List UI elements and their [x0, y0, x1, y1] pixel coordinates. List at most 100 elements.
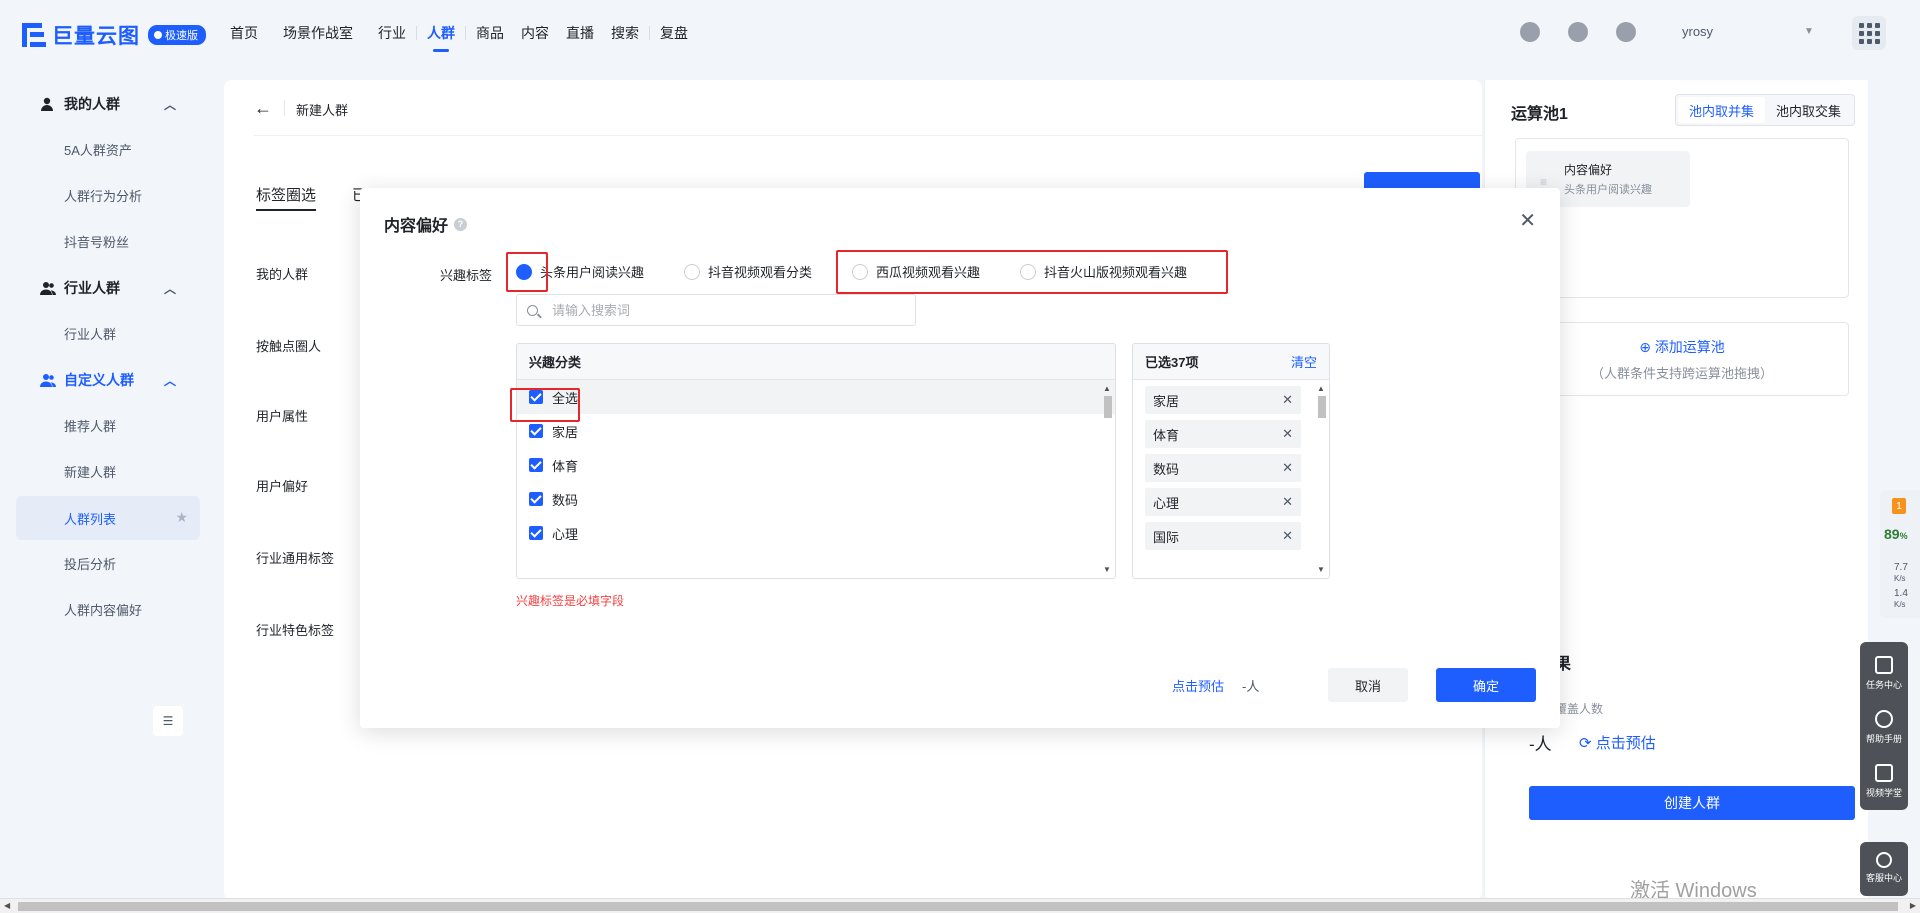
network-monitor-widget[interactable]: 1 89% 7.7 K/s 1.4 K/s	[1880, 490, 1920, 618]
message-icon[interactable]	[1568, 22, 1588, 42]
help-icon[interactable]: ?	[454, 217, 468, 231]
sidebar-item-douyin-fans[interactable]: 抖音号粉丝	[64, 232, 129, 251]
sidebar-item-content-preference[interactable]: 人群内容偏好	[64, 600, 142, 619]
checkbox-checked-icon[interactable]	[529, 390, 543, 404]
confirm-button[interactable]: 确定	[1436, 668, 1536, 702]
remove-icon[interactable]: ✕	[1282, 528, 1293, 544]
pool-intersect-button[interactable]: 池内取交集	[1765, 97, 1852, 123]
star-icon[interactable]: ★	[175, 509, 188, 526]
sidebar-item-industry-audience[interactable]: 行业人群	[64, 324, 116, 343]
search-field	[516, 294, 916, 326]
checkbox-checked-icon[interactable]	[529, 492, 543, 506]
clear-button[interactable]: 清空	[1291, 352, 1317, 371]
chevron-up-icon[interactable]: ︿	[164, 96, 176, 113]
scroll-right-icon[interactable]: ▶	[1910, 901, 1916, 910]
notification-badge: 1	[1892, 498, 1906, 514]
scroll-thumb[interactable]	[18, 902, 1898, 911]
sidebar-group-custom-audience[interactable]: 自定义人群 ︿	[40, 370, 176, 390]
scroll-up-icon[interactable]: ▲	[1317, 384, 1325, 393]
radio-label: 西瓜视频观看兴趣	[876, 265, 981, 280]
apps-grid-icon[interactable]	[1852, 16, 1886, 50]
drag-handle-icon[interactable]: ≡	[1540, 175, 1547, 189]
nav-home[interactable]: 首页	[230, 0, 258, 66]
task-center-button[interactable]: 任务中心	[1860, 656, 1908, 691]
panel-header: 兴趣分类	[517, 344, 1115, 380]
scroll-down-icon[interactable]: ▼	[1103, 565, 1111, 574]
customer-service-button[interactable]: 客服中心	[1860, 842, 1908, 896]
cancel-button[interactable]: 取消	[1328, 668, 1408, 702]
radio-xigua-interest[interactable]: 西瓜视频观看兴趣	[852, 262, 980, 281]
settings-icon[interactable]	[1616, 22, 1636, 42]
sidebar-item-behavior-analysis[interactable]: 人群行为分析	[64, 186, 142, 205]
radio-circle[interactable]	[1020, 263, 1036, 280]
category-row[interactable]: 心理	[517, 516, 1115, 550]
scroll-thumb[interactable]	[1318, 396, 1326, 418]
chevron-down-icon[interactable]: ▼	[1804, 26, 1814, 37]
close-icon[interactable]: ✕	[1519, 208, 1536, 233]
nav-live[interactable]: 直播	[566, 0, 594, 66]
scroll-thumb[interactable]	[1104, 396, 1112, 418]
app-logo[interactable]: 巨量云图 极速版	[22, 20, 206, 50]
collapse-sidebar-icon[interactable]: ☰	[153, 706, 183, 736]
nav-audience[interactable]: 人群	[427, 0, 455, 66]
vertical-scrollbar[interactable]: ▲ ▼	[1317, 384, 1327, 574]
add-pool-link[interactable]: ⊕ 添加运算池	[1516, 337, 1848, 357]
radio-circle[interactable]	[684, 263, 700, 280]
sidebar-item-audience-list[interactable]: 人群列表 ★	[16, 496, 200, 540]
radio-huoshan-interest[interactable]: 抖音火山版视频观看兴趣	[1020, 262, 1187, 281]
chevron-up-icon[interactable]: ︿	[164, 372, 176, 389]
horizontal-scrollbar[interactable]: ◀ ▶	[0, 898, 1920, 913]
remove-icon[interactable]: ✕	[1282, 426, 1293, 442]
help-manual-button[interactable]: 帮助手册	[1860, 710, 1908, 745]
sidebar-group-label: 我的人群	[64, 96, 120, 112]
back-arrow-icon[interactable]: ←	[254, 98, 272, 119]
video-school-button[interactable]: 视频学堂	[1860, 764, 1908, 799]
nav-content[interactable]: 内容	[521, 0, 549, 66]
radio-douyin-category[interactable]: 抖音视频观看分类	[684, 262, 812, 281]
radio-circle[interactable]	[852, 263, 868, 280]
chevron-up-icon[interactable]: ︿	[164, 280, 176, 297]
radio-toutiao-interest[interactable]: 头条用户阅读兴趣	[516, 262, 644, 281]
favorites-icon[interactable]	[1520, 22, 1540, 42]
category-row[interactable]: 数码	[517, 482, 1115, 516]
nav-search[interactable]: 搜索	[611, 0, 639, 66]
scroll-down-icon[interactable]: ▼	[1317, 565, 1325, 574]
radio-circle[interactable]	[516, 263, 532, 280]
user-name[interactable]: yrosy	[1682, 24, 1713, 39]
estimate-link[interactable]: ⟳ 点击预估	[1579, 732, 1656, 753]
nav-industry[interactable]: 行业	[378, 0, 406, 66]
nav-war-room[interactable]: 场景作战室	[283, 0, 353, 66]
pool-union-button[interactable]: 池内取并集	[1678, 97, 1765, 123]
remove-icon[interactable]: ✕	[1282, 494, 1293, 510]
sidebar-item-recommended[interactable]: 推荐人群	[64, 416, 116, 435]
remove-icon[interactable]: ✕	[1282, 392, 1293, 408]
nav-products[interactable]: 商品	[476, 0, 504, 66]
pool-drop-area[interactable]: ≡ 内容偏好 头条用户阅读兴趣	[1515, 138, 1849, 298]
estimate-link[interactable]: 点击预估	[1172, 676, 1224, 695]
sidebar-item-post-analysis[interactable]: 投后分析	[64, 554, 116, 573]
remove-icon[interactable]: ✕	[1282, 460, 1293, 476]
select-all-row[interactable]: 全选	[517, 380, 1115, 414]
scroll-left-icon[interactable]: ◀	[4, 901, 10, 910]
badge-dot-icon	[154, 31, 162, 39]
checkbox-checked-icon[interactable]	[529, 424, 543, 438]
category-row[interactable]: 家居	[517, 414, 1115, 448]
checkbox-checked-icon[interactable]	[529, 526, 543, 540]
add-pool-area[interactable]: ⊕ 添加运算池 （人群条件支持跨运算池拖拽）	[1515, 322, 1849, 396]
cover-value: -人	[1529, 735, 1552, 754]
vertical-scrollbar[interactable]: ▲ ▼	[1103, 384, 1113, 574]
create-audience-button[interactable]: 创建人群	[1529, 786, 1855, 820]
sidebar-item-5a-assets[interactable]: 5A人群资产	[64, 140, 132, 159]
category-row[interactable]: 体育	[517, 448, 1115, 482]
sidebar-group-industry-audience[interactable]: 行业人群 ︿	[40, 278, 176, 298]
sidebar-group-my-audience[interactable]: 我的人群 ︿	[40, 94, 176, 114]
selected-chip: 心理 ✕	[1145, 488, 1301, 516]
scroll-up-icon[interactable]: ▲	[1103, 384, 1111, 393]
download-speed-unit: K/s	[1894, 600, 1906, 609]
search-input[interactable]	[552, 302, 915, 318]
nav-review[interactable]: 复盘	[660, 0, 688, 66]
checkbox-checked-icon[interactable]	[529, 458, 543, 472]
checkbox-label: 体育	[552, 458, 579, 474]
sidebar-item-new-audience[interactable]: 新建人群	[64, 462, 116, 481]
tab-label-select[interactable]: 标签圈选	[256, 184, 317, 211]
